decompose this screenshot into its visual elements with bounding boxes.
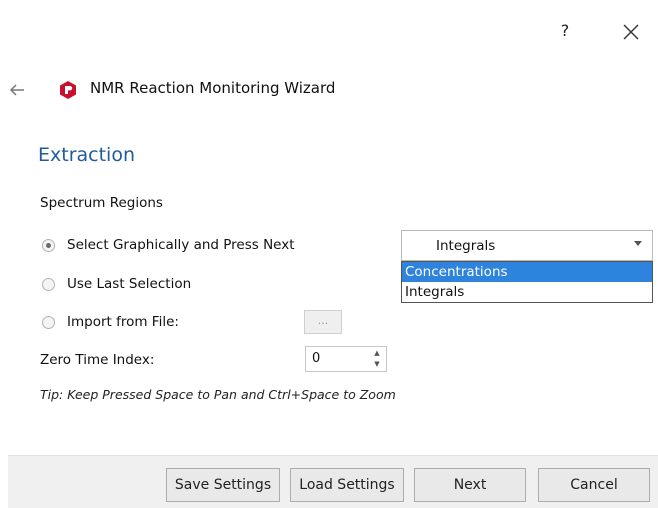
radio-label: Use Last Selection bbox=[67, 276, 192, 292]
wizard-window: ? NMR Reaction Monitoring Wizard Extract… bbox=[0, 0, 658, 508]
radio-label: Import from File: bbox=[67, 314, 179, 330]
close-button[interactable] bbox=[619, 20, 643, 44]
spectrum-regions-label: Spectrum Regions bbox=[40, 195, 163, 211]
radio-select-graphically[interactable]: Select Graphically and Press Next bbox=[42, 235, 295, 255]
logo-icon bbox=[60, 81, 76, 99]
spin-up-arrow-icon[interactable]: ▲ bbox=[370, 348, 384, 359]
radio-label: Select Graphically and Press Next bbox=[67, 237, 295, 253]
section-title: Extraction bbox=[38, 144, 135, 166]
zero-time-index-label: Zero Time Index: bbox=[40, 352, 155, 368]
load-settings-button[interactable]: Load Settings bbox=[290, 468, 404, 502]
wizard-title: NMR Reaction Monitoring Wizard bbox=[90, 79, 336, 97]
browse-file-button[interactable]: ... bbox=[304, 310, 342, 334]
radio-use-last-selection[interactable]: Use Last Selection bbox=[42, 274, 191, 294]
help-button[interactable]: ? bbox=[554, 20, 576, 42]
combobox-value: Integrals bbox=[436, 238, 496, 254]
radio-button[interactable] bbox=[42, 315, 55, 329]
chevron-down-icon[interactable] bbox=[634, 241, 642, 246]
cancel-button[interactable]: Cancel bbox=[538, 468, 650, 502]
radio-button[interactable] bbox=[42, 277, 55, 291]
result-type-combobox[interactable]: Integrals bbox=[401, 230, 653, 261]
spinbox-value[interactable]: 0 bbox=[312, 351, 320, 366]
combobox-dropdown-list: Concentrations Integrals bbox=[401, 261, 653, 303]
next-button[interactable]: Next bbox=[414, 468, 526, 502]
radio-button[interactable] bbox=[42, 238, 55, 252]
wizard-header: NMR Reaction Monitoring Wizard bbox=[0, 76, 658, 104]
footer-bar: Save Settings Load Settings Next Cancel bbox=[8, 455, 658, 508]
close-icon bbox=[623, 24, 639, 40]
back-button[interactable] bbox=[8, 80, 28, 100]
app-logo bbox=[58, 80, 78, 100]
radio-import-from-file[interactable]: Import from File: bbox=[42, 312, 179, 332]
save-settings-button[interactable]: Save Settings bbox=[166, 468, 280, 502]
back-arrow-icon bbox=[9, 84, 24, 96]
dropdown-item-integrals[interactable]: Integrals bbox=[402, 282, 652, 302]
spin-down-arrow-icon[interactable]: ▼ bbox=[370, 359, 384, 370]
dropdown-item-concentrations[interactable]: Concentrations bbox=[402, 262, 652, 282]
zero-time-index-spinbox[interactable]: 0 ▲ ▼ bbox=[305, 346, 387, 372]
tip-text: Tip: Keep Pressed Space to Pan and Ctrl+… bbox=[40, 387, 396, 402]
